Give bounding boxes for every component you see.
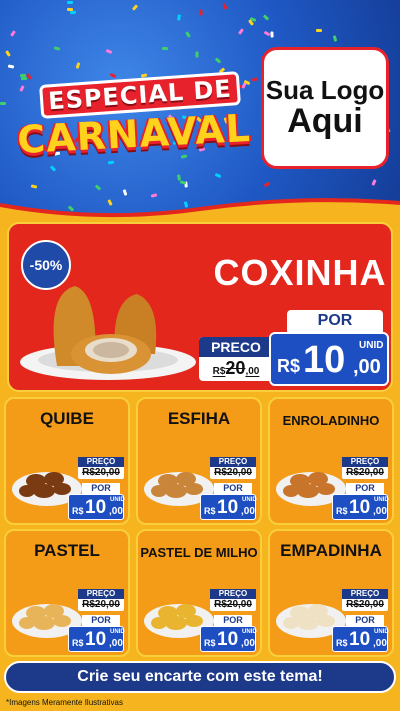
- coxinha-image: [20, 286, 196, 380]
- old-price: PREÇO R$20,00: [210, 457, 256, 479]
- por-label: POR: [346, 615, 384, 626]
- old-price: PREÇO R$20,00: [342, 457, 388, 479]
- product-card[interactable]: PASTEL DE MILHO PREÇO R$20,00 POR R$ 10 UNID ,0…: [136, 529, 262, 657]
- confetti-piece: [238, 28, 245, 35]
- product-price: PREÇO R$20,00 POR R$ 10 UNID ,00: [68, 589, 125, 652]
- confetti-piece: [262, 14, 270, 21]
- confetti-piece: [95, 184, 102, 191]
- product-name: ESFIHA: [167, 409, 231, 428]
- header-wave-divider: [0, 198, 400, 225]
- por-label: POR: [82, 615, 120, 626]
- create-flyer-button[interactable]: Crie seu encarte com este tema!: [4, 661, 396, 693]
- confetti-piece: [270, 31, 274, 38]
- product-card[interactable]: QUIBE PREÇO R$20,00 POR R$ 10 UNID ,00: [4, 397, 130, 525]
- product-name: PASTEL DE MILHO: [140, 545, 258, 560]
- confetti-piece: [316, 28, 323, 32]
- confetti-piece: [105, 48, 112, 54]
- por-label: POR: [214, 615, 252, 626]
- por-label: POR: [82, 483, 120, 494]
- confetti-piece: [263, 181, 271, 187]
- confetti-piece: [214, 173, 222, 179]
- featured-old-price: PRECO R$20,00: [199, 337, 273, 381]
- confetti-piece: [0, 102, 7, 106]
- confetti-piece: [132, 4, 139, 11]
- product-card[interactable]: ESFIHA PREÇO R$20,00 POR R$ 10 UNID ,00: [136, 397, 262, 525]
- featured-new-price: POR R$ 10 UNID ,00: [269, 310, 389, 386]
- product-name: PASTEL: [34, 541, 100, 560]
- featured-product-card[interactable]: -50% COXINHA PRECO R$20,00 POR R$ 10 UNI…: [7, 222, 393, 392]
- confetti-piece: [195, 51, 199, 58]
- new-price: R$ 10 UNID ,00: [332, 626, 389, 652]
- por-label: POR: [214, 483, 252, 494]
- product-name: ENROLADINHO: [282, 413, 380, 428]
- confetti-piece: [222, 3, 228, 10]
- carnival-title: ESPECIAL DE CARNAVAL: [14, 71, 254, 168]
- new-price: R$ 10 UNID ,00: [68, 494, 125, 520]
- old-price-value: R$20,00: [212, 358, 260, 378]
- product-card[interactable]: EMPADINHA PREÇO R$20,00 POR R$ 10 UNID ,00: [268, 529, 394, 657]
- por-label: POR: [346, 483, 384, 494]
- confetti-piece: [66, 0, 73, 4]
- confetti-piece: [332, 35, 338, 43]
- confetti-piece: [30, 184, 38, 189]
- product-name: QUIBE: [40, 409, 94, 428]
- product-price: PREÇO R$20,00 POR R$ 10 UNID ,00: [200, 457, 257, 520]
- confetti-piece: [75, 62, 80, 69]
- logo-placeholder[interactable]: Sua Logo Aqui: [261, 47, 389, 169]
- old-price: PREÇO R$20,00: [78, 457, 124, 479]
- new-price: R$ 10 UNID ,00: [200, 494, 257, 520]
- por-label: POR: [287, 310, 383, 332]
- confetti-piece: [5, 49, 12, 57]
- confetti-piece: [177, 14, 182, 21]
- product-name: EMPADINHA: [280, 541, 382, 560]
- discount-badge: -50%: [21, 240, 71, 290]
- product-price: PREÇO R$20,00 POR R$ 10 UNID ,00: [332, 457, 389, 520]
- confetti-piece: [371, 178, 377, 186]
- logo-text-2: Aqui: [287, 101, 363, 140]
- confetti-piece: [185, 31, 192, 38]
- product-card[interactable]: ENROLADINHO PREÇO R$20,00 POR R$ 10 UNID ,00: [268, 397, 394, 525]
- new-price: R$ 10 UNID ,00: [332, 494, 389, 520]
- confetti-piece: [9, 30, 16, 38]
- product-card[interactable]: PASTEL PREÇO R$20,00 POR R$ 10 UNID ,00: [4, 529, 130, 657]
- old-price: PREÇO R$20,00: [342, 589, 388, 611]
- disclaimer-footnote: *Imagens Meramente Ilustrativas: [6, 698, 123, 707]
- new-price: R$ 10 UNID ,00: [68, 626, 125, 652]
- confetti-piece: [198, 9, 203, 16]
- new-price-box: R$ 10 UNID ,00: [269, 332, 389, 386]
- confetti-piece: [263, 31, 270, 37]
- logo-text-1: Sua Logo: [265, 74, 385, 105]
- old-price: PREÇO R$20,00: [78, 589, 124, 611]
- old-price-label: PRECO: [199, 337, 273, 357]
- confetti-piece: [54, 46, 61, 51]
- featured-product-name: COXINHA: [213, 252, 387, 293]
- confetti-piece: [214, 56, 221, 64]
- confetti-piece: [161, 46, 169, 51]
- confetti-piece: [7, 64, 14, 69]
- product-price: PREÇO R$20,00 POR R$ 10 UNID ,00: [200, 589, 257, 652]
- old-price: PREÇO R$20,00: [210, 589, 256, 611]
- product-price: PREÇO R$20,00 POR R$ 10 UNID ,00: [68, 457, 125, 520]
- confetti-piece: [67, 7, 74, 11]
- header-banner: ESPECIAL DE CARNAVAL Sua Logo Aqui: [0, 0, 400, 215]
- confetti-piece: [20, 73, 27, 78]
- new-price: R$ 10 UNID ,00: [200, 626, 257, 652]
- product-price: PREÇO R$20,00 POR R$ 10 UNID ,00: [332, 589, 389, 652]
- confetti-piece: [179, 180, 187, 186]
